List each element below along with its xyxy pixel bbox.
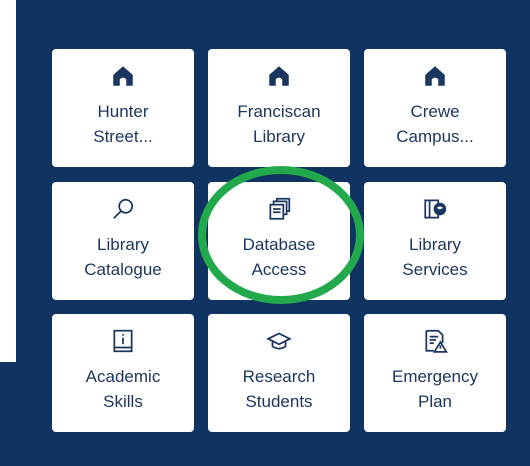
tile-franciscan-library[interactable]: Franciscan Library xyxy=(208,49,350,167)
tile-academic-skills[interactable]: Academic Skills xyxy=(52,314,194,432)
tile-library-catalogue[interactable]: Library Catalogue xyxy=(52,182,194,300)
home-icon xyxy=(422,61,448,91)
tile-label: Database Access xyxy=(242,235,316,279)
tile-hunter-street[interactable]: Hunter Street... xyxy=(52,49,194,167)
tile-crewe-campus[interactable]: Crewe Campus... xyxy=(364,49,506,167)
tile-label: Library Catalogue xyxy=(84,235,162,279)
book-graduate-icon xyxy=(422,194,448,224)
tile-library-services[interactable]: Library Services xyxy=(364,182,506,300)
tile-label: Emergency Plan xyxy=(392,367,478,411)
home-icon xyxy=(110,61,136,91)
search-icon xyxy=(110,194,136,224)
document-warning-icon xyxy=(422,326,448,356)
stacked-documents-icon xyxy=(266,194,292,224)
tile-label: Library Services xyxy=(402,235,468,279)
tile-label: Research Students xyxy=(242,367,316,411)
tile-emergency-plan[interactable]: Emergency Plan xyxy=(364,314,506,432)
book-info-icon xyxy=(110,326,136,356)
tile-label: Academic Skills xyxy=(85,367,161,411)
tile-label: Franciscan Library xyxy=(237,102,321,146)
tile-label: Hunter Street... xyxy=(93,102,153,146)
tile-database-access[interactable]: Database Access xyxy=(208,182,350,300)
graduation-cap-icon xyxy=(266,326,292,356)
home-icon xyxy=(266,61,292,91)
tile-research-students[interactable]: Research Students xyxy=(208,314,350,432)
tile-label: Crewe Campus... xyxy=(396,102,474,146)
